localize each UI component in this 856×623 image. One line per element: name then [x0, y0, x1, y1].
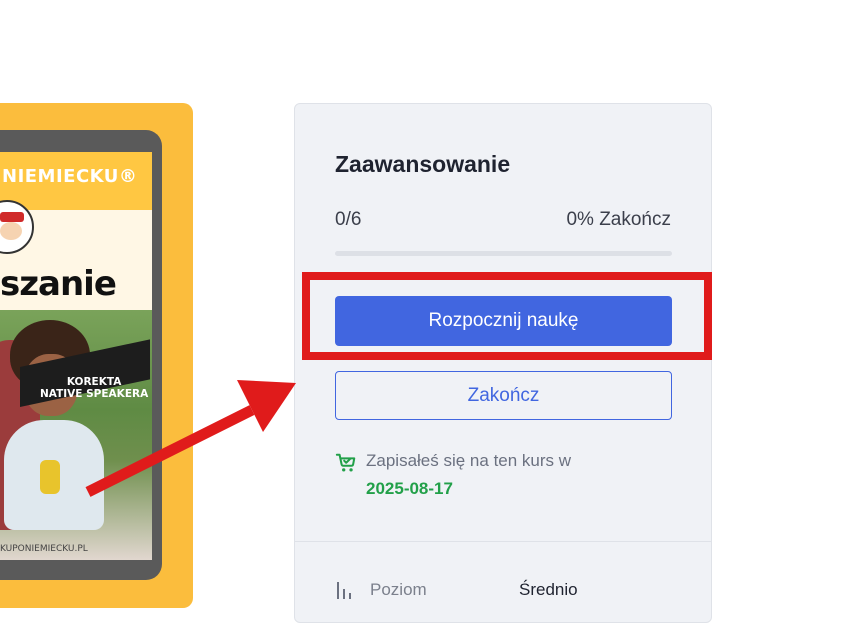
course-cover-image: NIEMIECKU® szanie KOREKTA NATIVE SPEAKER…	[0, 103, 193, 608]
cover-brand-bar: NIEMIECKU®	[0, 152, 152, 210]
enrolled-date: 2025-08-17	[366, 479, 453, 498]
level-label: Poziom	[370, 580, 427, 599]
mascot-face	[0, 222, 22, 240]
progress-count: 0/6	[335, 209, 362, 230]
cover-title: szanie	[0, 264, 117, 304]
card-divider	[295, 541, 711, 542]
progress-title: Zaawansowanie	[335, 151, 511, 177]
progress-percent-label: 0% Zakończ	[566, 209, 671, 230]
finish-course-button[interactable]: Zakończ	[335, 371, 672, 420]
badge-line-2: NATIVE SPEAKERA	[40, 388, 149, 400]
progress-bar	[335, 251, 672, 256]
cover-badge-text: KOREKTA NATIVE SPEAKERA	[40, 376, 148, 400]
bar-chart-icon	[337, 582, 351, 599]
cart-check-icon	[335, 453, 356, 472]
tablet-frame: NIEMIECKU® szanie KOREKTA NATIVE SPEAKER…	[0, 130, 162, 580]
cover-screen: NIEMIECKU® szanie KOREKTA NATIVE SPEAKER…	[0, 152, 152, 560]
level-value: Średnio	[519, 580, 578, 599]
mascot-hat	[0, 212, 24, 222]
start-learning-button[interactable]: Rozpocznij naukę	[335, 296, 672, 346]
course-progress-card: Zaawansowanie 0/6 0% Zakończ Rozpocznij …	[294, 103, 712, 623]
photo-toy	[40, 460, 60, 494]
badge-line-1: KOREKTA	[66, 376, 122, 388]
cover-url: KUPONIEMIECKU.PL	[0, 544, 88, 554]
enrolled-text: Zapisałeś się na ten kurs w	[366, 451, 572, 470]
cover-brand: NIEMIECKU®	[2, 166, 138, 187]
